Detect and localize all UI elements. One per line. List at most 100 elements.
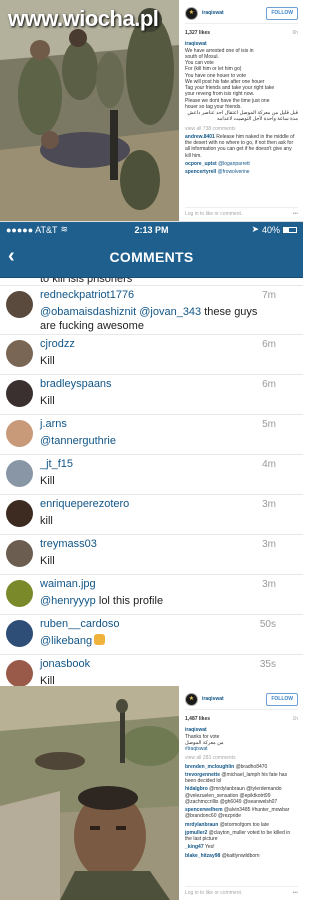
comment-text: Kill (40, 474, 272, 488)
comment-row: jonasbook 35s Kill (0, 655, 303, 686)
comment-username[interactable]: cjrodzz (40, 338, 75, 350)
comment-username[interactable]: jpmuller2 (185, 830, 207, 836)
post-comment: spencerwelhem @alvin3485 #hunter_mowbar … (185, 807, 298, 820)
post-comment: andrew.8401 Release him naked in the mid… (185, 134, 298, 159)
post-header: ★ iraqiswat FOLLOW (185, 4, 298, 24)
comment-list: redneckpatriot1776 7m @obamaisdashiznit @j… (0, 286, 303, 686)
comment-username[interactable]: jonasbook (40, 658, 90, 670)
post-footer: Log in to like or comment. ••• (185, 885, 298, 896)
post-comment: hidalgbro @mrdylanbraun @tylerdemando @v… (185, 786, 298, 805)
view-all-comments-link[interactable]: view all 283 comments (185, 755, 298, 761)
avatar[interactable] (6, 291, 33, 318)
comment-username[interactable]: redneckpatriot1776 (40, 289, 134, 301)
post-username[interactable]: iraqiswat (202, 10, 266, 16)
post-footer: Log in to like or comment. ••• (185, 206, 298, 217)
comment-username[interactable]: brenden_mcloughlin (185, 764, 234, 770)
comment-row: ruben__cardoso 50s @likebang (0, 615, 303, 655)
avatar[interactable]: ★ (185, 693, 198, 706)
comment-age: 3m (262, 579, 276, 590)
comment-row: waiman.jpg 3m @henryyyp lol this profile (0, 575, 303, 615)
caption-hashtag[interactable]: #iraqiswat (185, 746, 298, 752)
post-age: 1h (292, 716, 298, 722)
login-prompt[interactable]: Log in to like or comment. (185, 890, 242, 896)
comment-username[interactable]: blake_hitzay98 (185, 853, 220, 859)
comment-row: redneckpatriot1776 7m @obamaisdashiznit @j… (0, 286, 303, 335)
follow-button[interactable]: FOLLOW (266, 7, 298, 20)
likes-row: 1,487 likes 1h (185, 716, 298, 722)
comment-row: treymass03 3m Kill (0, 535, 303, 575)
comment-username[interactable]: treymass03 (40, 538, 97, 550)
comment-username[interactable]: j.arns (40, 418, 67, 430)
comment-username[interactable]: _jt_f15 (40, 458, 73, 470)
comment-age: 5m (262, 419, 276, 430)
comment-text: Yes! (204, 844, 215, 851)
comment-username[interactable]: trevorgennette (185, 772, 220, 778)
battery-icon (283, 226, 297, 233)
likes-count: 1,327 likes (185, 30, 211, 36)
phone-comments-screen: ●●●●● AT&T ≋ 2:13 PM ➤ 40% ‹ COMMENTS to… (0, 222, 303, 686)
post-sidebar: ★ iraqiswat FOLLOW 1,487 likes 1h iraqis… (181, 686, 303, 900)
comment-age: 6m (262, 339, 276, 350)
post-comment: mrdylanbraun @stormofgom too late (185, 822, 298, 828)
comment-row: j.arns 5m @tannerguthrie (0, 415, 303, 455)
avatar[interactable] (6, 620, 33, 647)
post-comment: blake_hitzay98 @kaitlynwildborn (185, 853, 298, 859)
comment-username[interactable]: waiman.jpg (40, 578, 96, 590)
avatar[interactable] (6, 580, 33, 607)
comment-text: @likebang (40, 634, 272, 648)
back-chevron-icon[interactable]: ‹ (8, 245, 15, 268)
comment-username[interactable]: spencerwelhem (185, 807, 223, 813)
avatar[interactable] (6, 500, 33, 527)
post-comment: jpmuller2 @clayton_muller voted to be ki… (185, 830, 298, 843)
comment-body: kill (40, 515, 53, 527)
arrest-photo-image (0, 0, 179, 221)
comment-row: enriqueperezotero 3m kill (0, 495, 303, 535)
post-username[interactable]: iraqiswat (202, 696, 266, 702)
comment-age: 50s (259, 619, 276, 630)
avatar[interactable] (6, 340, 33, 367)
post-caption: iraqiswat Thanks for vote من معركة الموص… (185, 727, 298, 752)
comment-username[interactable]: _king47 (185, 844, 204, 850)
post-comment: ocpore_uptst @loganparrett (185, 161, 298, 167)
comment-row: _jt_f15 4m Kill (0, 455, 303, 495)
follow-button[interactable]: FOLLOW (266, 693, 298, 706)
avatar[interactable]: ★ (185, 7, 198, 20)
comment-text: Kill (40, 354, 272, 368)
comment-row: bradleyspaans 6m Kill (0, 375, 303, 415)
comment-username[interactable]: bradleyspaans (40, 378, 112, 390)
more-options-icon[interactable]: ••• (293, 890, 298, 896)
likes-count: 1,487 likes (185, 716, 211, 722)
status-time: 2:13 PM (134, 224, 169, 235)
comment-username[interactable]: spencertyrell (185, 169, 216, 175)
comment-username[interactable]: ocpore_uptst (185, 161, 217, 167)
comment-username[interactable]: andrew.8401 (185, 134, 215, 140)
comment-username[interactable]: hidalgbro (185, 786, 208, 792)
likes-row: 1,327 likes 6h (185, 30, 298, 36)
post-age: 6h (292, 30, 298, 36)
avatar[interactable] (6, 420, 33, 447)
comment-text[interactable]: @loganparrett (218, 161, 250, 167)
comment-age: 4m (262, 459, 276, 470)
comment-username[interactable]: enriqueperezotero (40, 498, 129, 510)
comment-text: @stormofgom too late (219, 821, 269, 828)
comment-text: kill (40, 514, 272, 528)
comment-row: cjrodzz 6m Kill (0, 335, 303, 375)
comment-age: 3m (262, 499, 276, 510)
bottom-instagram-post: ★ iraqiswat FOLLOW 1,487 likes 1h iraqis… (0, 686, 303, 900)
thumbs-down-icon (94, 634, 106, 645)
more-options-icon[interactable]: ••• (293, 211, 298, 217)
avatar[interactable] (6, 460, 33, 487)
login-prompt[interactable]: Log in to like or comment. (185, 211, 242, 217)
comment-username[interactable]: ruben__cardoso (40, 618, 120, 630)
comment-body: @obamaisdashiznit @jovan_343 these guys … (40, 306, 258, 332)
avatar[interactable] (6, 660, 33, 686)
comment-body: Kill (40, 475, 55, 487)
comment-username[interactable]: mrdylanbraun (185, 822, 218, 828)
avatar[interactable] (6, 380, 33, 407)
view-all-comments-link[interactable]: view all 738 comments (185, 126, 298, 132)
caption-username[interactable]: iraqiswat (185, 41, 207, 47)
caption-username[interactable]: iraqiswat (185, 727, 207, 733)
comment-text[interactable]: @frowolverine (218, 169, 250, 175)
avatar[interactable] (6, 540, 33, 567)
post-photo-arrest: www.wiocha.pl (0, 0, 179, 221)
